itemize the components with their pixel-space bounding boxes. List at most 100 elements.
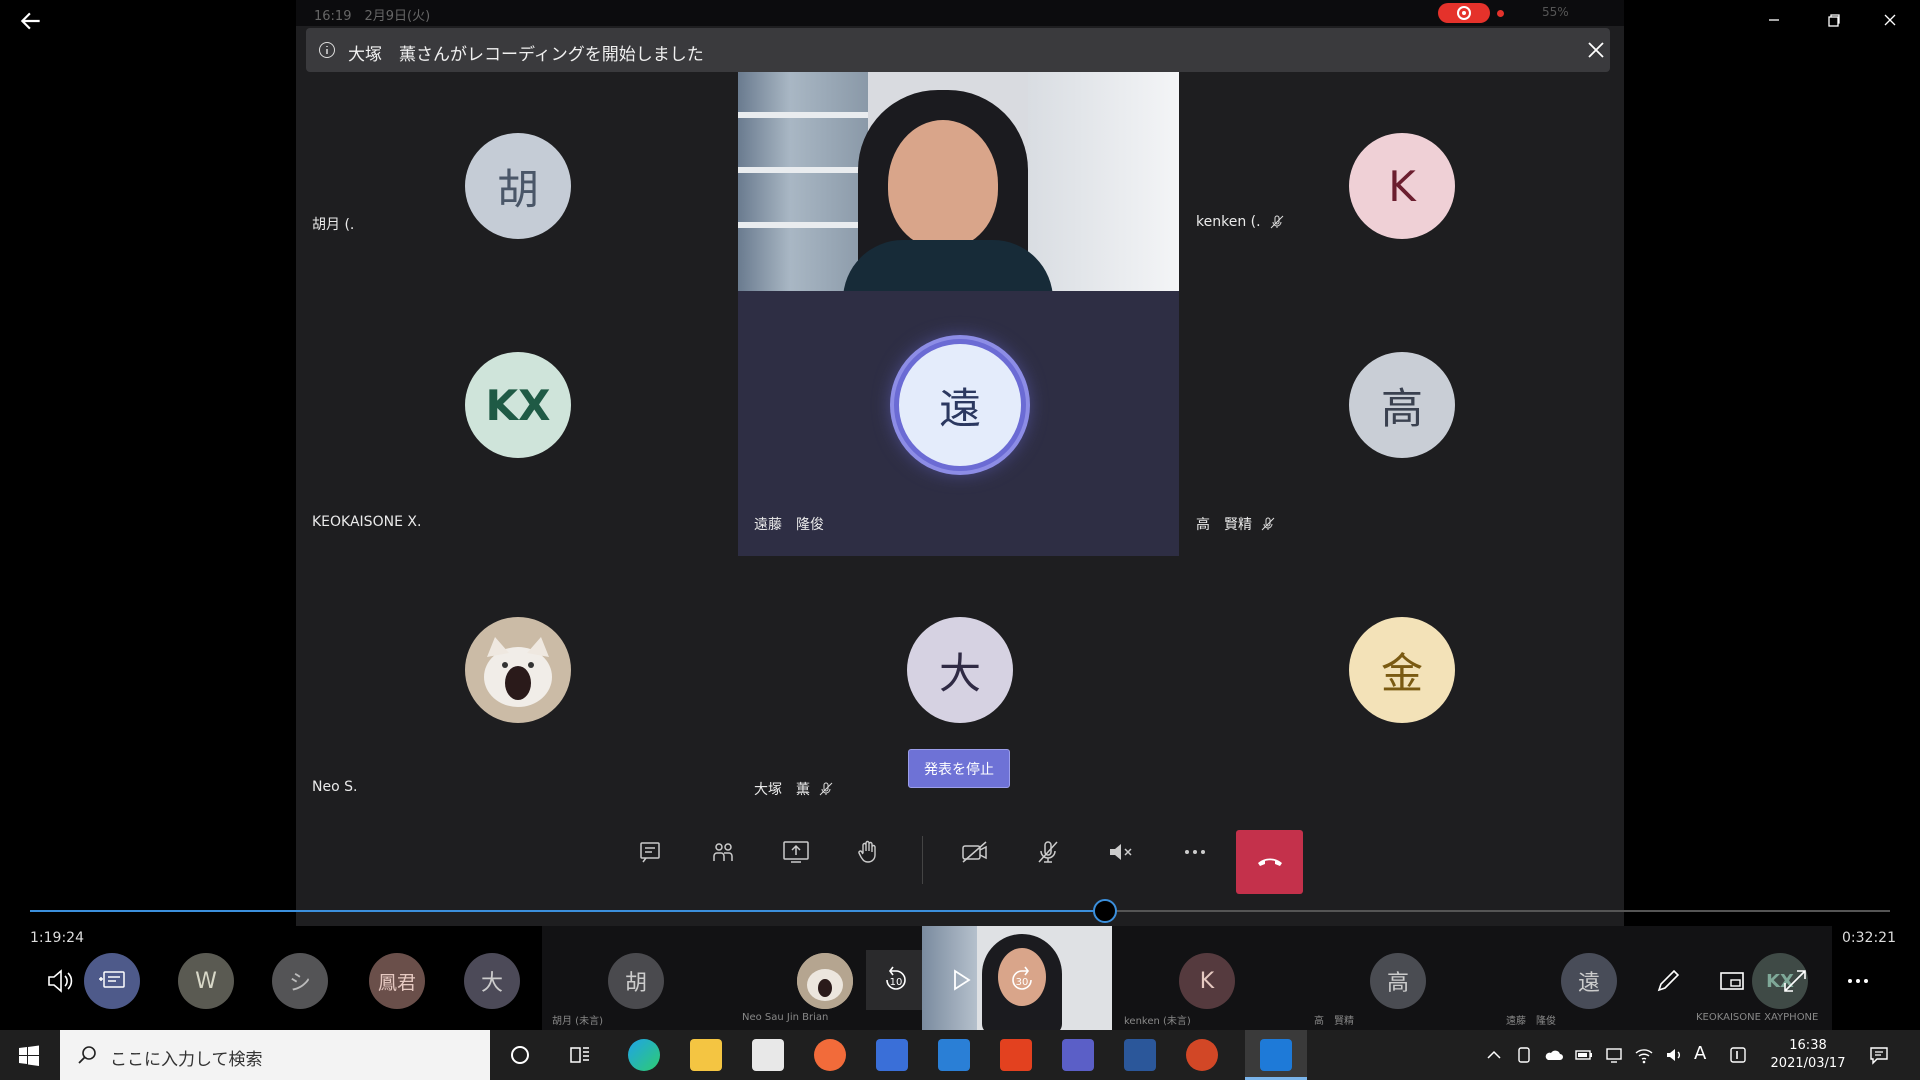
windows-start-icon[interactable]	[18, 1045, 40, 1067]
app-icon-orange[interactable]	[814, 1039, 846, 1071]
media-player-icon	[1260, 1039, 1292, 1071]
outlook-mail-icon[interactable]	[938, 1039, 970, 1071]
volume-icon[interactable]	[44, 965, 76, 997]
participant-tile[interactable]: 金	[1180, 556, 1621, 821]
strip-avatar[interactable]: 高	[1370, 953, 1426, 1009]
pen-workspace-icon[interactable]	[1728, 1045, 1748, 1065]
device-icon[interactable]	[1514, 1045, 1534, 1065]
cat-avatar[interactable]	[797, 953, 853, 1009]
strip-avatar[interactable]: 鳳君	[369, 953, 425, 1009]
ime-indicator[interactable]: A	[1694, 1043, 1714, 1064]
active-speaker-tile[interactable]: 遠 遠藤 隆俊	[738, 291, 1179, 556]
cat-photo-icon	[797, 953, 853, 1009]
person-body	[843, 240, 1053, 291]
pen-icon[interactable]	[1652, 965, 1684, 997]
seek-thumb[interactable]	[1093, 899, 1118, 923]
notification-icon[interactable]	[1868, 1044, 1890, 1066]
chat-button[interactable]	[628, 830, 672, 874]
avatar-initial: KX	[485, 380, 551, 430]
forward-button[interactable]: 30	[992, 950, 1052, 1010]
strip-avatar[interactable]: W	[178, 953, 234, 1009]
participant-name: Neo S.	[312, 779, 357, 795]
participant-name-text: 大塚 薫	[754, 782, 810, 798]
chevron-up-icon[interactable]	[1484, 1045, 1504, 1065]
participant-video[interactable]	[738, 72, 1179, 291]
strip-label: 高 賢精	[1314, 1016, 1354, 1027]
raise-hand-button[interactable]	[846, 830, 890, 874]
speaker-icon[interactable]	[1664, 1045, 1684, 1065]
more-dots-icon[interactable]	[1842, 965, 1874, 997]
store-icon[interactable]	[752, 1039, 784, 1071]
captions-button[interactable]	[84, 953, 140, 1009]
avatar-initial: 胡	[624, 971, 647, 996]
mic-off-icon	[1038, 841, 1058, 863]
rewind-button[interactable]: 10	[866, 950, 926, 1010]
camera-toggle-button[interactable]	[953, 830, 997, 874]
taskbar-search-box[interactable]: ここに入力して検索	[60, 1030, 490, 1080]
elapsed-time: 1:19:24	[30, 930, 84, 946]
teams-icon[interactable]	[1062, 1039, 1094, 1071]
seek-track[interactable]	[30, 899, 1890, 923]
rewind-seconds: 10	[890, 977, 903, 988]
participant-name-text: Neo S.	[312, 779, 358, 795]
toolbar-divider	[922, 836, 923, 884]
forward-seconds: 30	[1016, 977, 1029, 988]
avatar: 金	[1349, 617, 1455, 723]
participant-name: 大塚 薫	[754, 779, 834, 799]
network-settings-icon[interactable]	[1604, 1045, 1624, 1065]
strip-label: kenken (未言)	[1124, 1016, 1191, 1027]
avatar-initial: 金	[1380, 648, 1423, 698]
stop-presenting-button[interactable]: 発表を停止	[908, 749, 1010, 788]
strip-avatar[interactable]: シ	[272, 953, 328, 1009]
restore-icon[interactable]	[1820, 6, 1848, 34]
hang-up-button[interactable]	[1236, 830, 1303, 894]
system-clock[interactable]: 16:38 2021/03/17	[1760, 1037, 1856, 1073]
info-icon	[319, 42, 335, 58]
participant-tile[interactable]: Neo S.	[296, 556, 737, 821]
search-placeholder: ここに入力して検索	[110, 1050, 263, 1070]
play-button[interactable]	[930, 950, 990, 1010]
mail-app-icon[interactable]	[876, 1039, 908, 1071]
close-window-icon[interactable]	[1876, 6, 1904, 34]
participant-tile[interactable]: KX KEOKAISONE X.	[296, 291, 737, 556]
avatar-initial: 鳳君	[377, 971, 416, 994]
recording-indicator	[1438, 3, 1490, 23]
play-icon	[954, 969, 971, 991]
share-screen-icon	[783, 841, 809, 863]
remaining-time: 0:32:21	[1842, 930, 1896, 946]
chat-icon	[640, 842, 660, 863]
edge-icon[interactable]	[628, 1039, 660, 1071]
picture-in-picture-icon[interactable]	[1716, 965, 1748, 997]
wall-background	[1028, 72, 1179, 291]
close-banner-icon[interactable]	[1586, 40, 1606, 60]
participant-name-text: 胡月 (.	[312, 217, 355, 233]
task-view-icon[interactable]	[568, 1043, 592, 1067]
participant-name-text: KEOKAISONE X.	[312, 514, 422, 530]
mic-toggle-button[interactable]	[1026, 830, 1070, 874]
avatar-initial: 遠	[1577, 971, 1600, 996]
wifi-icon[interactable]	[1634, 1045, 1654, 1065]
more-options-button[interactable]	[1173, 830, 1217, 874]
speaker-toggle-button[interactable]	[1099, 830, 1143, 874]
word-icon[interactable]	[1124, 1039, 1156, 1071]
meeting-stage: 胡 胡月 (. K kenken (. KX KEOKAISONE X. 遠 遠…	[296, 26, 1624, 926]
strip-avatar[interactable]: 胡	[608, 953, 664, 1009]
cortana-icon[interactable]	[508, 1043, 532, 1067]
onedrive-icon[interactable]	[1544, 1045, 1564, 1065]
back-arrow-icon[interactable]	[18, 8, 44, 34]
fullscreen-icon[interactable]	[1779, 965, 1811, 997]
strip-avatar[interactable]: 遠	[1561, 953, 1617, 1009]
file-explorer-icon[interactable]	[690, 1039, 722, 1071]
powerpoint-icon[interactable]	[1186, 1039, 1218, 1071]
seek-progress	[30, 910, 1106, 912]
avatar-initial: 遠	[938, 383, 981, 433]
office-icon[interactable]	[1000, 1039, 1032, 1071]
strip-avatar[interactable]: K	[1179, 953, 1235, 1009]
share-button[interactable]	[774, 830, 818, 874]
participant-tile[interactable]: 高 高 賢精	[1180, 291, 1621, 556]
battery-icon[interactable]	[1574, 1045, 1594, 1065]
media-player-taskbar-item[interactable]	[1245, 1030, 1307, 1080]
strip-avatar[interactable]: 大	[464, 953, 520, 1009]
minimize-icon[interactable]	[1760, 6, 1788, 34]
participants-button[interactable]	[701, 830, 745, 874]
